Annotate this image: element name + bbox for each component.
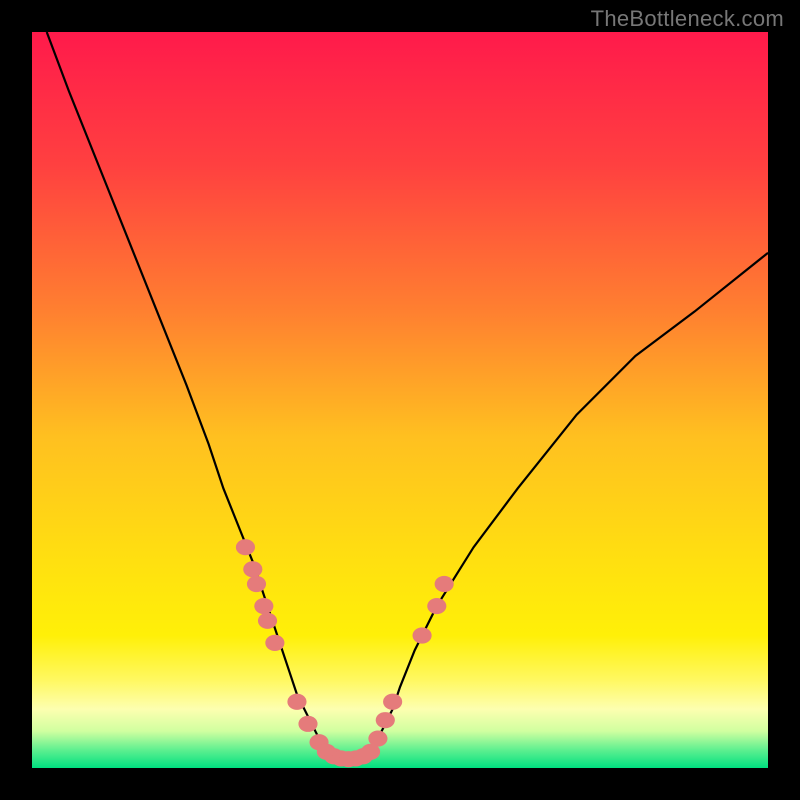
outer-frame: TheBottleneck.com: [0, 0, 800, 800]
chart-svg: [32, 32, 768, 768]
highlight-dots: [236, 539, 454, 767]
curve-lines: [47, 32, 768, 760]
watermark-text: TheBottleneck.com: [591, 6, 784, 32]
plot-area: [32, 32, 768, 768]
